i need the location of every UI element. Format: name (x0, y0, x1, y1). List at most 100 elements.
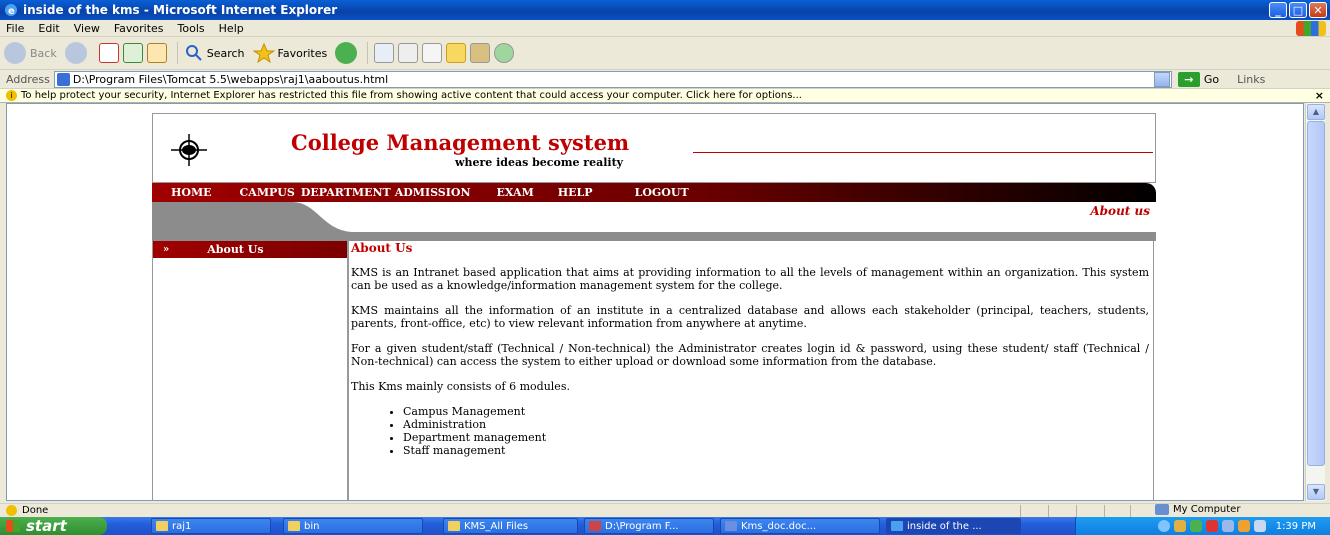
taskbar-item-program-files[interactable]: D:\Program F... (584, 518, 714, 534)
address-input[interactable]: D:\Program Files\Tomcat 5.5\webapps\raj1… (53, 70, 1172, 88)
vertical-scrollbar[interactable]: ▲ ▼ (1305, 103, 1325, 501)
address-label: Address (6, 72, 50, 86)
infobar-text: To help protect your security, Internet … (21, 90, 802, 101)
paragraph-modules: This Kms mainly consists of 6 modules. (351, 380, 570, 393)
computer-icon (1155, 504, 1169, 515)
svg-text:e: e (8, 6, 15, 17)
nav-admission[interactable]: ADMISSION (395, 186, 471, 199)
zone-label: My Computer (1173, 504, 1241, 515)
folder-icon (156, 521, 168, 531)
back-arrow-icon (4, 42, 26, 64)
minimize-button[interactable]: _ (1269, 2, 1287, 18)
favorites-button[interactable]: Favorites (252, 43, 327, 63)
sidebar-heading: About Us (207, 243, 264, 256)
taskbar-item-kms-doc[interactable]: Kms_doc.doc... (720, 518, 880, 534)
messenger-icon[interactable] (494, 43, 515, 63)
menu-file[interactable]: File (6, 22, 24, 35)
tray-network-icon[interactable] (1173, 520, 1186, 532)
print-icon[interactable] (398, 43, 419, 63)
history-icon[interactable] (335, 42, 358, 64)
menu-edit[interactable]: Edit (38, 22, 59, 35)
window-title-bar[interactable]: e inside of the kms - Microsoft Internet… (0, 0, 1330, 20)
address-url: D:\Program Files\Tomcat 5.5\webapps\raj1… (72, 72, 389, 86)
security-info-bar[interactable]: i To help protect your security, Interne… (0, 89, 1330, 103)
refresh-icon[interactable] (122, 43, 143, 63)
scroll-up-icon[interactable]: ▲ (1307, 104, 1325, 120)
menu-tools[interactable]: Tools (178, 22, 205, 35)
search-button[interactable]: Search (184, 43, 245, 63)
ie-icon (891, 521, 903, 531)
address-dropdown-icon[interactable] (1153, 71, 1170, 87)
status-bar: Done My Computer (0, 503, 1330, 517)
list-item: Staff management (403, 444, 1149, 457)
infobar-close-icon[interactable]: × (1315, 89, 1324, 102)
menu-view[interactable]: View (74, 22, 100, 35)
go-arrow-icon: → (1177, 71, 1200, 87)
back-label: Back (30, 46, 57, 60)
gray-swoosh-shape (152, 202, 1156, 241)
forward-arrow-icon (64, 42, 87, 64)
menu-help[interactable]: Help (219, 22, 244, 35)
site-header: College Management system where ideas be… (152, 113, 1156, 183)
modules-list: Campus Management Administration Departm… (403, 405, 1149, 457)
nav-department[interactable]: DEPARTMENT (301, 186, 391, 199)
tray-monitor-icon[interactable] (1221, 520, 1234, 532)
nav-home[interactable]: HOME (171, 186, 212, 199)
nav-campus[interactable]: CAMPUS (240, 186, 295, 199)
info-icon: i (6, 90, 17, 101)
mail-icon[interactable] (374, 43, 395, 63)
web-page: College Management system where ideas be… (152, 113, 1156, 500)
crosshair-logo-icon (171, 134, 207, 166)
ie-icon: e (5, 4, 17, 17)
tray-antivirus-icon[interactable] (1205, 520, 1218, 532)
tray-shield-icon[interactable] (1189, 520, 1202, 532)
scroll-down-icon[interactable]: ▼ (1307, 484, 1325, 500)
title-underline (693, 152, 1153, 153)
taskbar-item-kms-all-files[interactable]: KMS_All Files (443, 518, 578, 534)
folder-icon (288, 521, 300, 531)
start-button[interactable]: start (0, 517, 107, 535)
maximize-button[interactable]: □ (1289, 2, 1307, 18)
stop-icon[interactable] (98, 43, 119, 63)
edit-icon[interactable] (422, 43, 443, 63)
site-nav: HOME CAMPUS DEPARTMENT ADMISSION EXAM HE… (152, 183, 1156, 202)
list-item: Department management (403, 431, 1149, 444)
folder-icon (448, 521, 460, 531)
sidebar-item-about-us[interactable]: » About Us (153, 241, 347, 258)
list-item: Campus Management (403, 405, 1149, 418)
tray-back-icon[interactable] (1157, 520, 1170, 532)
home-icon[interactable] (146, 43, 167, 63)
explorer-window-icon (589, 521, 601, 531)
nav-exam[interactable]: EXAM (497, 186, 534, 199)
status-divider (1076, 505, 1077, 517)
window-title: inside of the kms - Microsoft Internet E… (23, 3, 338, 17)
toolbar: Back Search Favorites (0, 37, 1330, 70)
tray-java-icon[interactable] (1237, 520, 1250, 532)
taskbar-label: KMS_All Files (464, 520, 529, 532)
nav-logout[interactable]: LOGOUT (635, 186, 689, 199)
taskbar-item-inside-kms[interactable]: inside of the ... (886, 518, 1021, 534)
search-icon (185, 45, 202, 61)
taskbar-label: raj1 (172, 520, 192, 532)
taskbar-item-raj1[interactable]: raj1 (151, 518, 271, 534)
research-icon[interactable] (470, 43, 491, 63)
nav-help[interactable]: HELP (558, 186, 593, 199)
scrollbar-thumb[interactable] (1307, 121, 1325, 466)
status-divider (1048, 505, 1049, 517)
page-icon (56, 72, 70, 86)
go-button[interactable]: → Go (1177, 71, 1219, 87)
security-zone: My Computer (1155, 504, 1240, 515)
status-text: Done (22, 505, 49, 516)
close-button[interactable]: ✕ (1309, 2, 1327, 18)
forward-button[interactable] (64, 42, 91, 64)
site-title: College Management system (291, 130, 630, 155)
folder-icon[interactable] (446, 43, 467, 63)
search-label: Search (206, 46, 245, 60)
list-item: Administration (403, 418, 1149, 431)
menu-favorites[interactable]: Favorites (114, 22, 164, 35)
taskbar-item-bin[interactable]: bin (283, 518, 423, 534)
tray-display-icon[interactable] (1253, 520, 1266, 532)
back-button[interactable]: Back (4, 42, 57, 64)
sidebar: » About Us (152, 241, 348, 500)
links-button[interactable]: Links (1237, 73, 1265, 86)
